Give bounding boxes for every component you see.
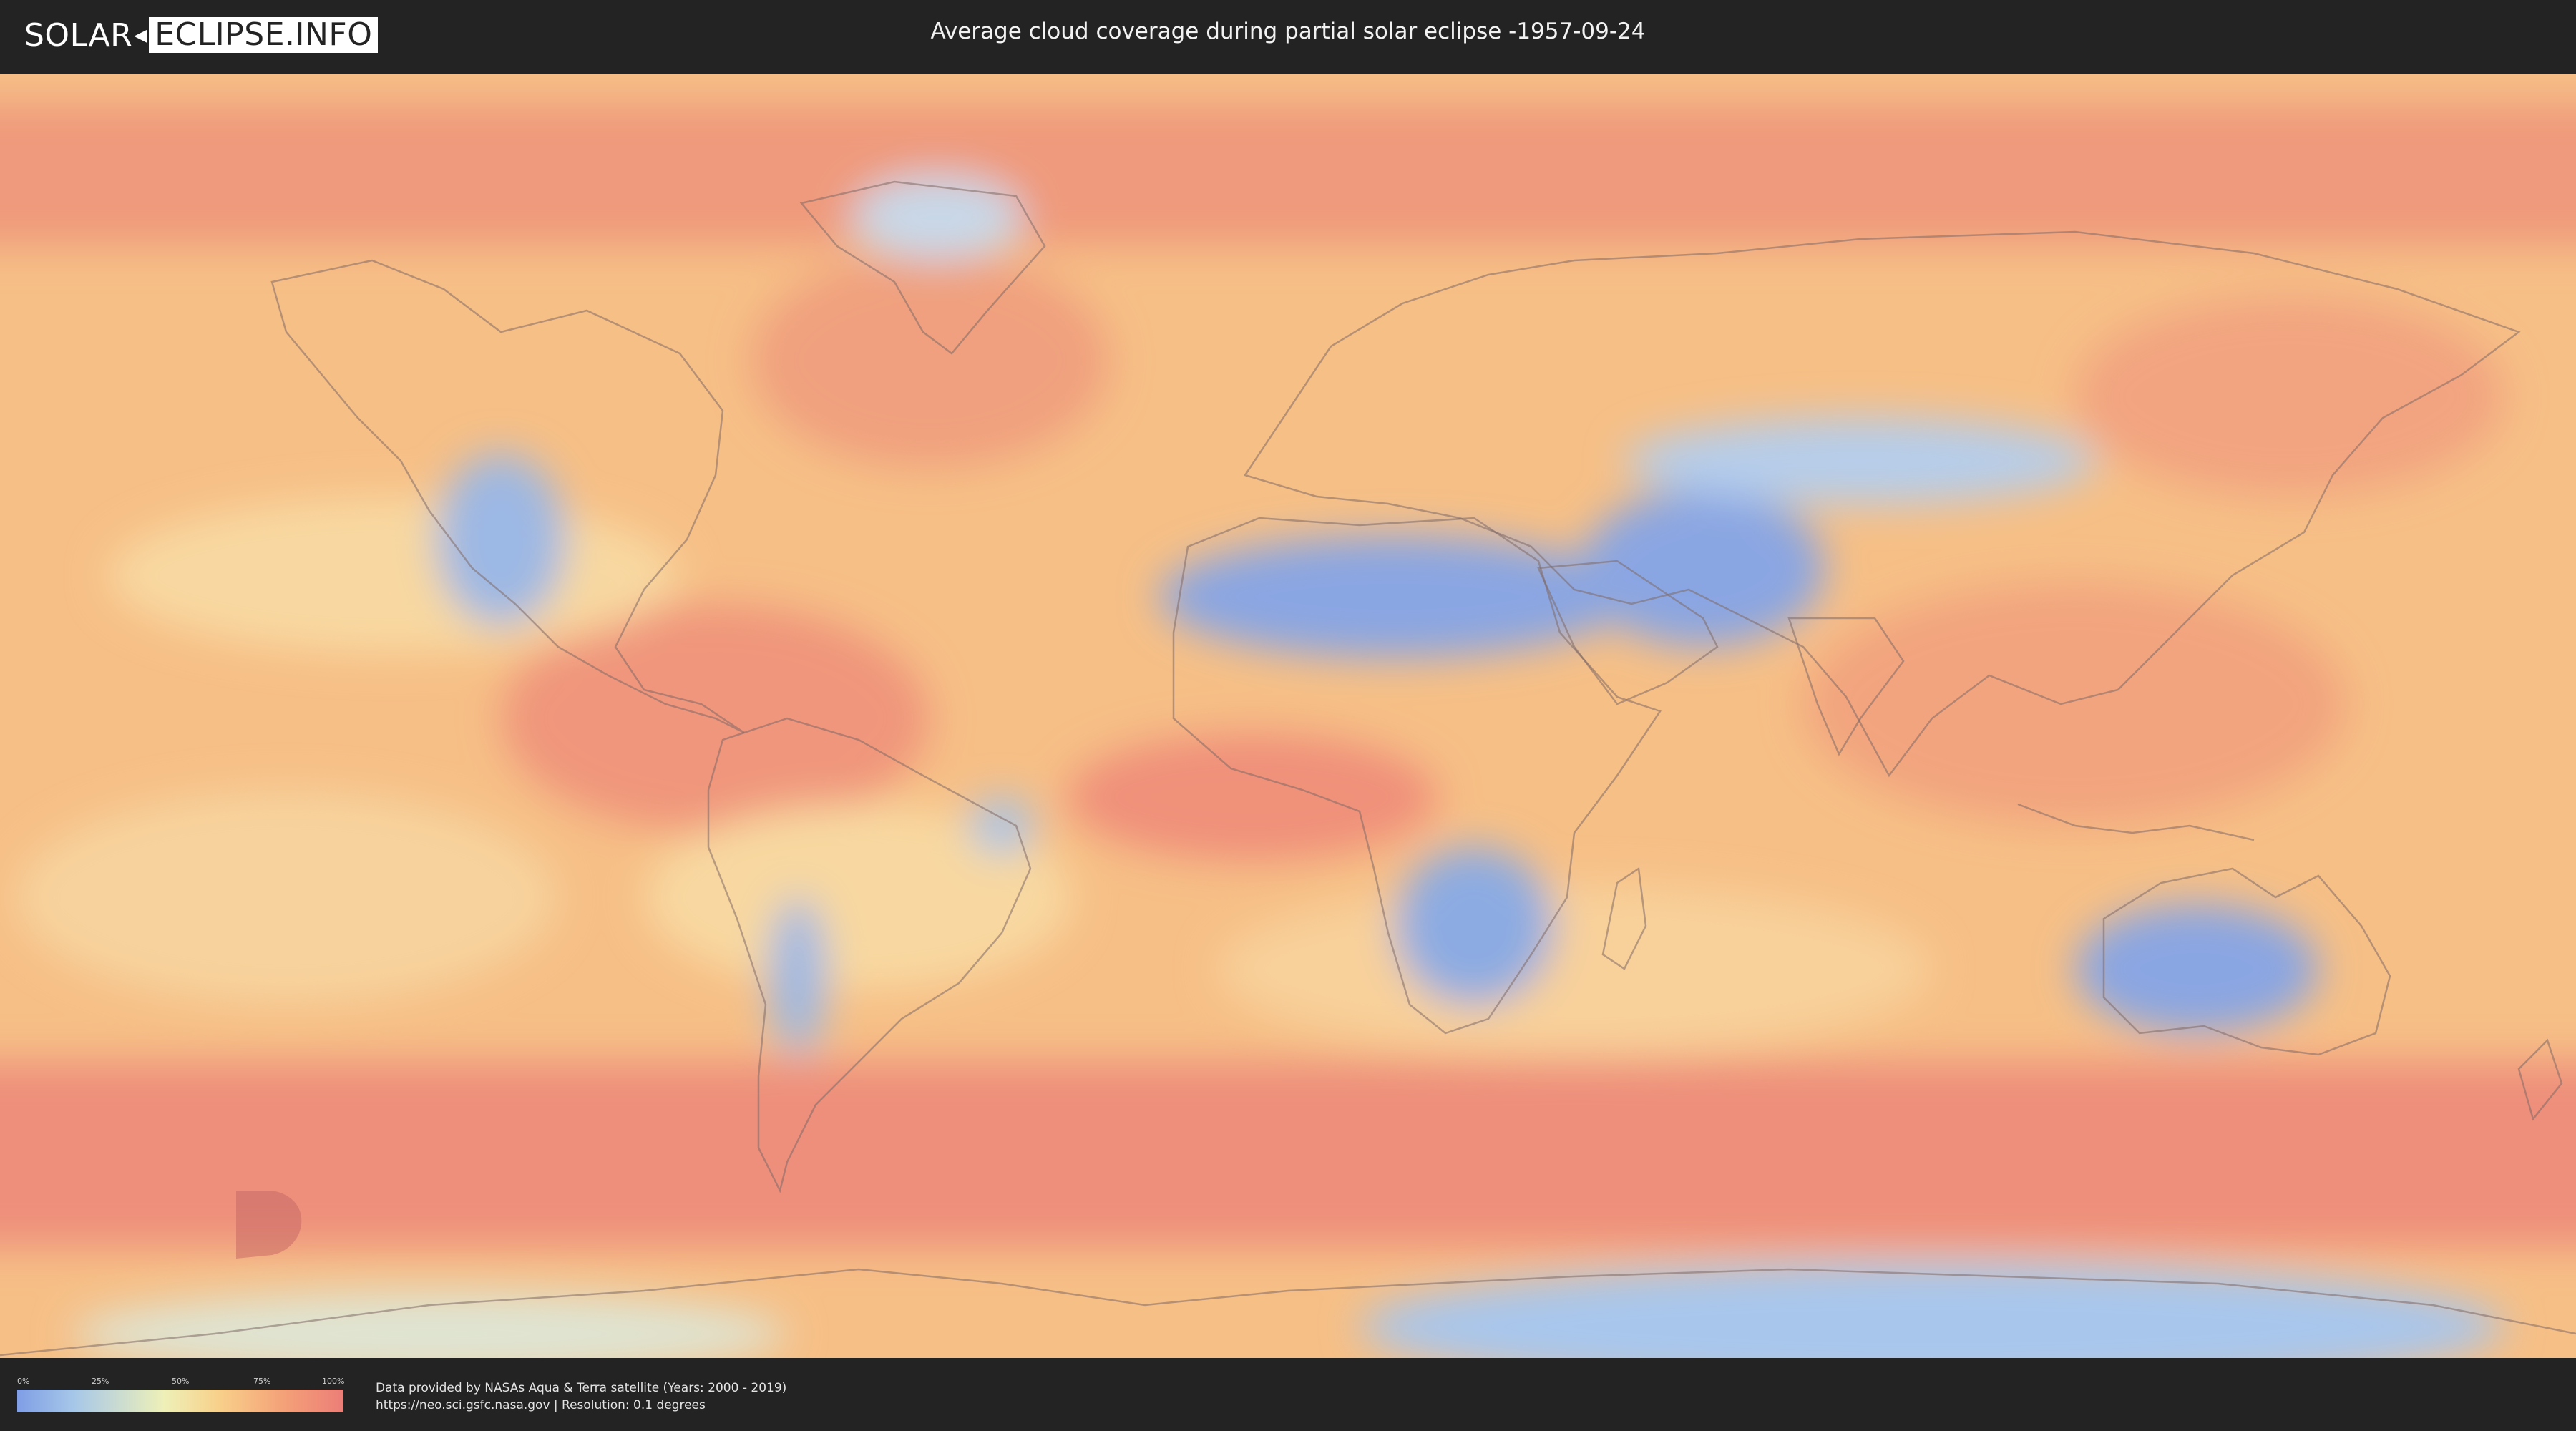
page-title: Average cloud coverage during partial so…: [930, 19, 1646, 44]
legend-tick: 75%: [253, 1377, 271, 1386]
credits-line-url[interactable]: https://neo.sci.gsfc.nasa.gov | Resoluti…: [376, 1397, 786, 1414]
legend-tick: 100%: [322, 1377, 345, 1386]
legend-tick: 0%: [17, 1377, 30, 1386]
top-bar: SOLAR ◀ ECLIPSE.INFO Average cloud cover…: [0, 0, 2576, 70]
legend-ticks: 0% 25% 50% 75% 100%: [17, 1377, 345, 1387]
cloud-coverage-map[interactable]: [0, 74, 2576, 1358]
credits-line-source: Data provided by NASAs Aqua & Terra sate…: [376, 1381, 787, 1395]
legend-tick: 25%: [92, 1377, 109, 1386]
data-credits: Data provided by NASAs Aqua & Terra sate…: [376, 1379, 786, 1414]
legend-tick: 50%: [172, 1377, 190, 1386]
legend-color-scale: [17, 1390, 343, 1412]
world-map-icon: [0, 74, 2576, 1358]
coverage-legend: 0% 25% 50% 75% 100%: [17, 1377, 345, 1412]
